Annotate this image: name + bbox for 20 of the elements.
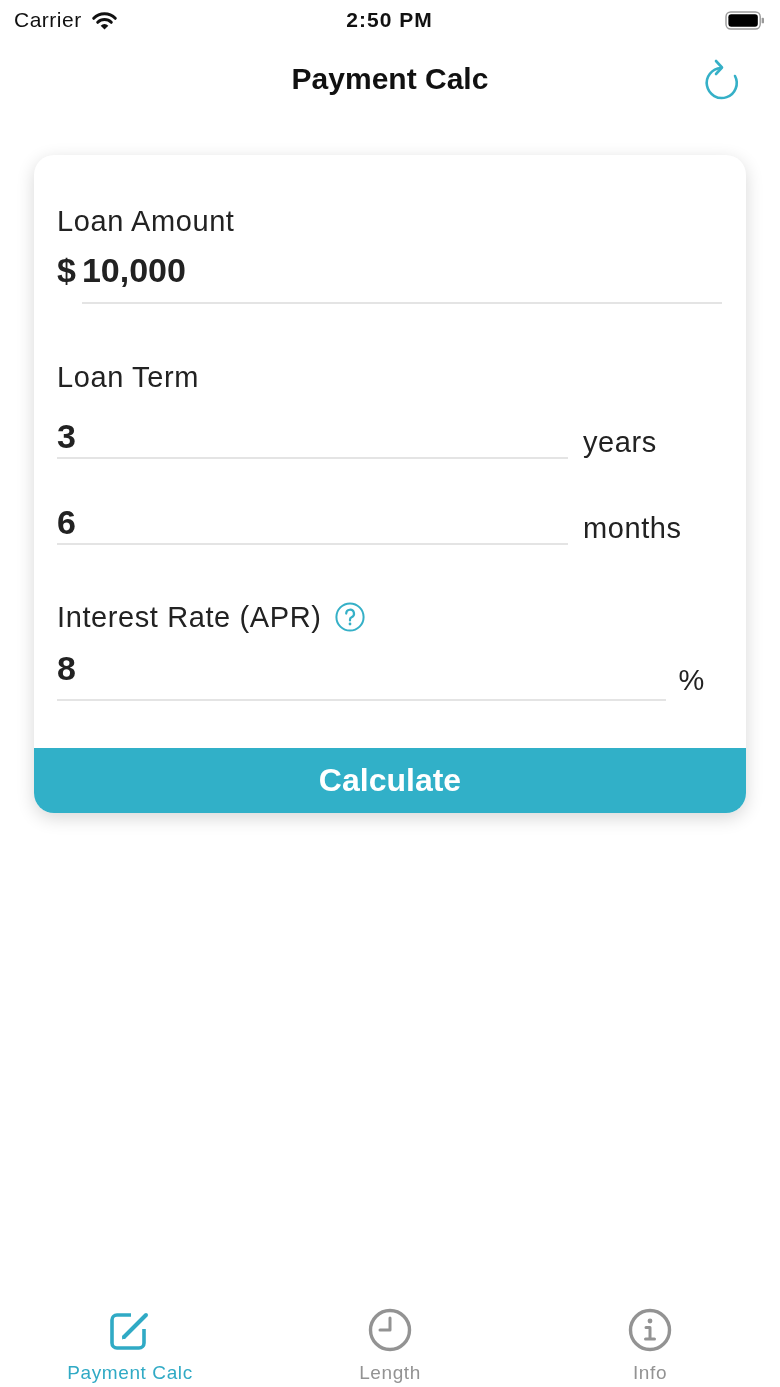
help-icon[interactable] (335, 602, 366, 632)
input-field[interactable]: 3 (57, 414, 568, 459)
input-field[interactable]: 8 (57, 646, 666, 701)
wifi-icon (89, 10, 119, 30)
unit-label: months (583, 511, 682, 545)
field-label: Loan Amount (57, 204, 235, 238)
status-time: 2:50 PM (346, 7, 433, 33)
unit-label: years (583, 425, 657, 459)
battery-icon (725, 10, 765, 30)
currency-symbol: $ (57, 250, 76, 291)
field-label: Loan Term (57, 360, 199, 394)
input-field[interactable]: 10,000 (81, 238, 722, 304)
refresh-icon[interactable] (703, 57, 741, 101)
input-field[interactable]: 6 (57, 500, 568, 545)
field-label: Interest Rate (APR) (57, 600, 322, 634)
carrier-name: Carrier (14, 7, 82, 33)
screen-title: Payment Calc (291, 61, 489, 97)
clock-icon (368, 1308, 412, 1352)
info-icon (628, 1308, 672, 1352)
unit-label: % (678, 663, 705, 698)
